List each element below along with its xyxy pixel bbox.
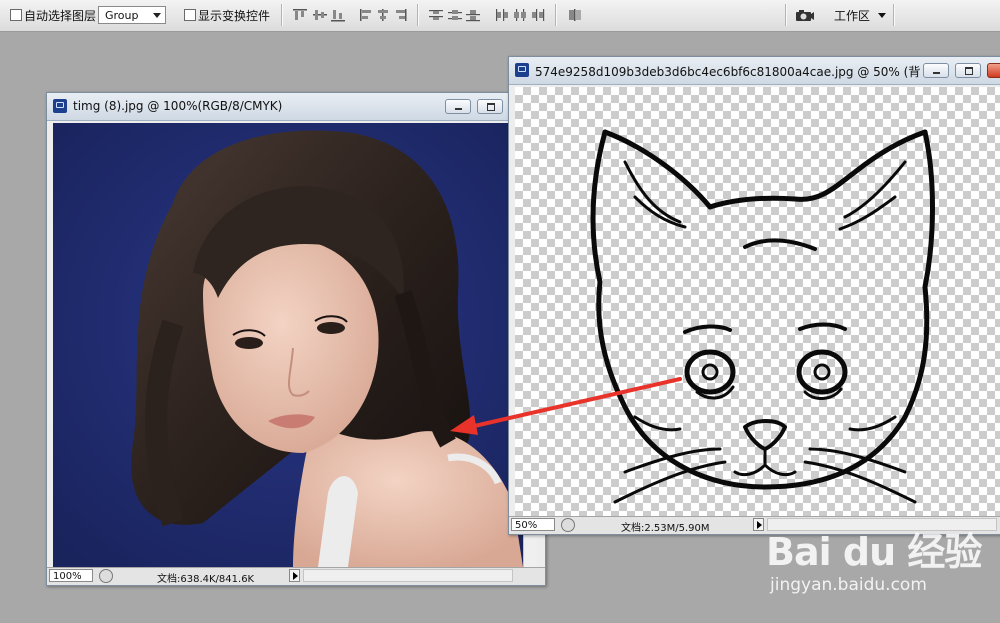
close-button[interactable] [987,63,1000,78]
minimize-button[interactable] [923,63,949,78]
status-menu-arrow[interactable] [753,518,764,531]
photo-document-window[interactable]: timg (8).jpg @ 100%(RGB/8/CMYK) 100% 文档:… [46,92,546,586]
auto-align-layers-icon[interactable] [567,8,583,22]
portrait-photo [53,123,523,567]
cat-window-titlebar[interactable]: 574e9258d109b3deb3d6bc4ec6bf6c81800a4cae… [509,57,1000,85]
align-bottom-icon[interactable] [330,8,346,22]
photo-window-title: timg (8).jpg @ 100%(RGB/8/CMYK) [73,99,283,113]
minimize-button[interactable] [445,99,471,114]
align-right-icon[interactable] [393,8,409,22]
photo-status-bar: 100% 文档:638.4K/841.6K [47,567,545,585]
chevron-down-icon [153,13,161,18]
status-menu-arrow[interactable] [289,569,300,582]
cat-line-art [590,129,935,504]
baidu-jingyan-watermark: Bai du 经验 jingyan.baidu.com [766,515,998,605]
watermark-url: jingyan.baidu.com [770,575,927,595]
distribute-top-icon[interactable] [428,8,444,22]
cat-zoom-field[interactable]: 50% [511,518,555,531]
distribute-bottom-icon[interactable] [465,8,481,22]
distribute-horizontal-icon[interactable] [512,8,528,22]
photo-zoom-field[interactable]: 100% [49,569,93,582]
status-info-icon[interactable] [561,518,575,532]
options-bar: 自动选择图层 Group 显示变换控件 工作区 [0,0,1000,32]
maximize-button[interactable] [477,99,503,114]
toolbar-divider [893,4,895,26]
workspace-menu[interactable]: 工作区 [834,7,886,24]
toolbar-divider [281,4,283,26]
photo-window-titlebar[interactable]: timg (8).jpg @ 100%(RGB/8/CMYK) [47,93,545,121]
cat-doc-size: 文档:2.53M/5.90M [621,523,710,534]
status-info-icon[interactable] [99,569,113,583]
distribute-right-icon[interactable] [530,8,546,22]
align-top-icon[interactable] [292,8,308,22]
show-transform-label: 显示变换控件 [198,9,271,23]
horizontal-scrollbar[interactable] [303,569,513,582]
photoshop-file-icon [515,63,529,77]
align-left-icon[interactable] [358,8,374,22]
camera-icon[interactable] [795,8,815,22]
distribute-center-icon[interactable] [447,8,463,22]
chevron-down-icon [877,13,886,18]
align-vertical-center-icon[interactable] [312,8,328,22]
maximize-button[interactable] [955,63,981,78]
photo-doc-size: 文档:638.4K/841.6K [157,574,255,585]
align-horizontal-center-icon[interactable] [375,8,391,22]
auto-select-dropdown[interactable]: Group [98,6,166,24]
toolbar-divider [785,4,787,26]
toolbar-divider [417,4,419,26]
workspace-label: 工作区 [834,9,871,23]
red-arrow-annotation [450,377,682,435]
distribute-left-icon[interactable] [494,8,510,22]
photo-canvas[interactable] [53,123,523,567]
auto-select-checkbox[interactable] [10,9,22,21]
auto-select-label: 自动选择图层 [24,9,97,23]
auto-select-dropdown-value: Group [105,9,139,22]
toolbar-divider [555,4,557,26]
photoshop-file-icon [53,99,67,113]
cat-window-title: 574e9258d109b3deb3d6bc4ec6bf6c81800a4cae… [535,65,921,79]
watermark-brand: Bai du 经验 [766,530,982,574]
cat-canvas[interactable] [515,87,1000,517]
cat-document-window[interactable]: 574e9258d109b3deb3d6bc4ec6bf6c81800a4cae… [508,56,1000,535]
show-transform-checkbox[interactable] [184,9,196,21]
